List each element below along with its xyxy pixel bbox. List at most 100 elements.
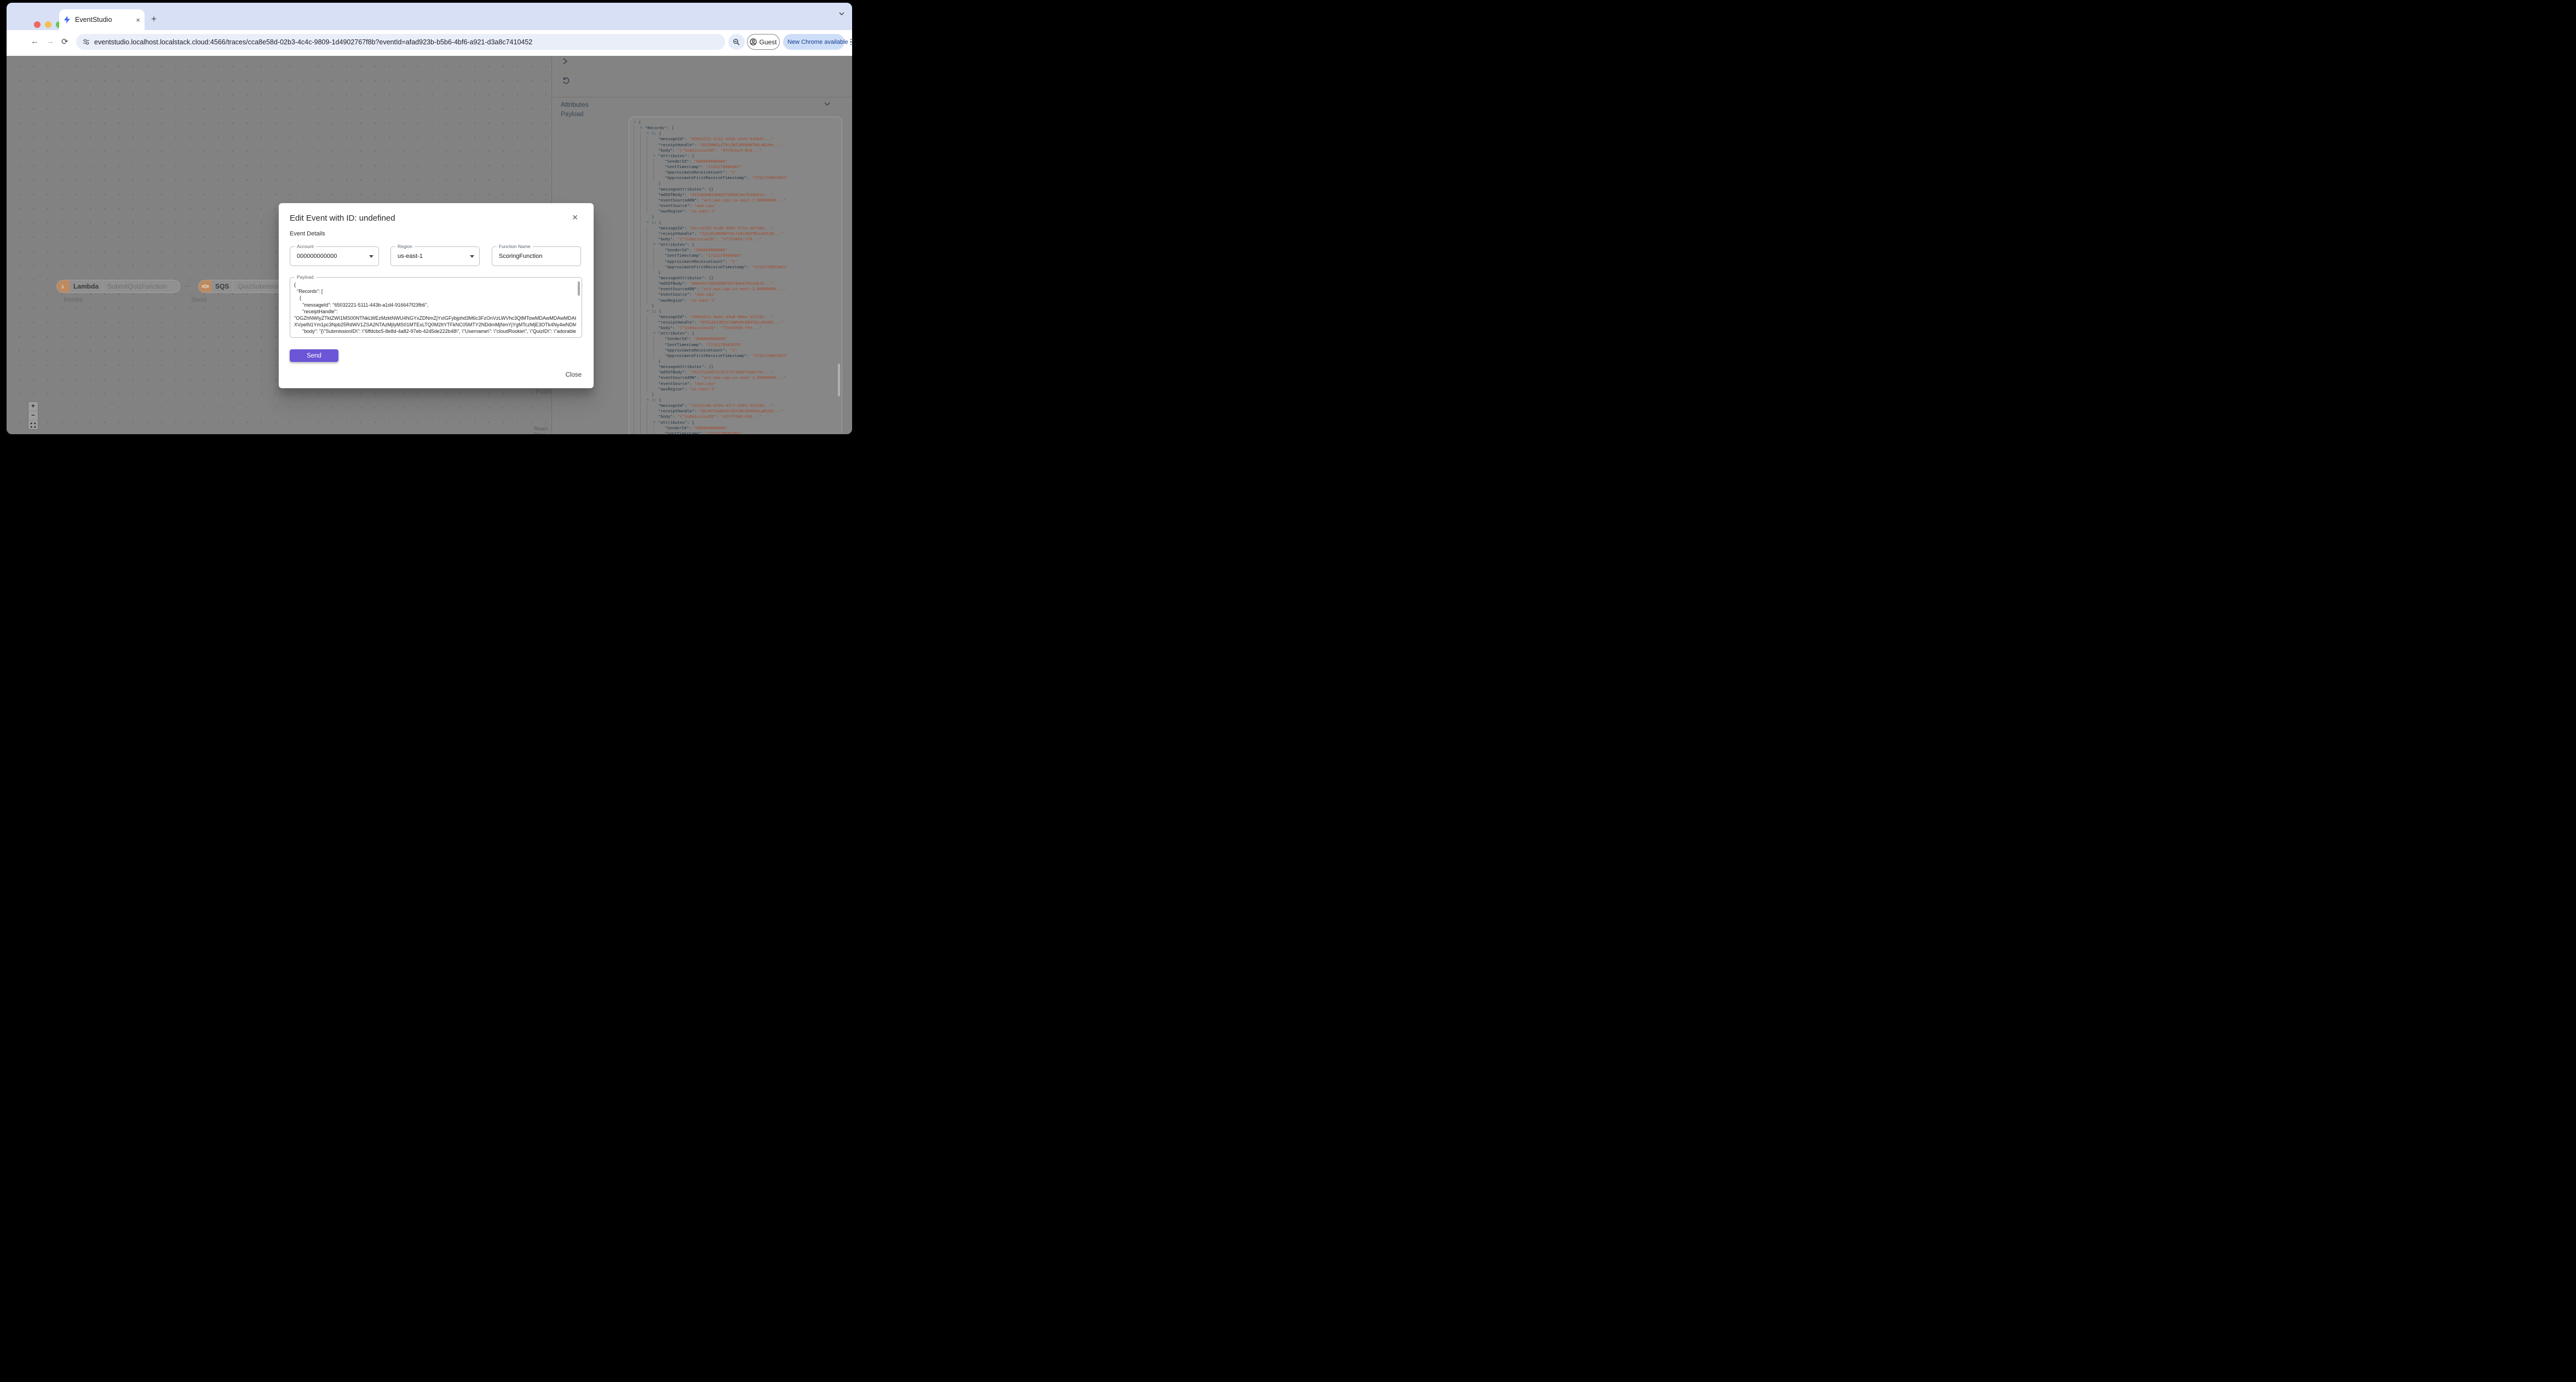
chrome-update-button[interactable]: New Chrome available — [783, 34, 852, 50]
json-tree-line: "body": "{"SubmissionID": "e2fff69d-610.… — [634, 414, 842, 420]
json-tree-line: } — [634, 359, 842, 365]
payload-line: "OGZhNWIyZTktZWI1MS00NTNkLWEzMzktNWU4NGY… — [294, 315, 576, 321]
json-tree-line: "receiptHandle": "OTE3ZGI3MjUtZmMzMC00OT… — [634, 320, 842, 326]
function-name-label: Function Name — [497, 244, 533, 249]
json-tree-line: "SentTimestamp": "1732179984689" — [634, 253, 842, 259]
site-settings-icon[interactable] — [83, 38, 90, 45]
zoom-out-button[interactable]: − — [28, 411, 38, 421]
traffic-light-close[interactable] — [34, 21, 41, 28]
json-tree-line: "ApproximateFirstReceiveTimestamp": "173… — [634, 353, 842, 359]
json-tree-line: "eventSource": "aws:sqs" — [634, 292, 842, 298]
dropdown-arrow-icon — [369, 255, 373, 258]
json-tree-line: "awsRegion": "us-east-1" — [634, 297, 842, 303]
expand-chevron-icon[interactable]: v — [640, 125, 645, 131]
payload-line: "Records": [ — [294, 289, 323, 295]
account-select[interactable]: Account 000000000000 — [290, 244, 379, 266]
payload-lines: { "Records": [ { "messageId": "65032221-… — [294, 281, 576, 335]
forward-button[interactable]: → — [46, 37, 54, 46]
new-tab-button[interactable]: + — [151, 14, 157, 25]
screen: EventStudio × + ← → ⟳ eventstudio.localh… — [0, 0, 859, 460]
expand-chevron-icon[interactable]: v — [647, 398, 652, 403]
account-value: 000000000000 — [297, 253, 337, 260]
expand-chevron-icon[interactable]: v — [647, 220, 652, 225]
chrome-update-label: New Chrome available — [787, 38, 848, 45]
payload-textarea[interactable]: Payload { "Records": [ { "messageId": "6… — [290, 275, 582, 338]
json-tree-line: } — [634, 214, 842, 220]
expand-chevron-icon[interactable]: v — [647, 308, 652, 314]
json-tree-line: } — [634, 269, 842, 275]
tab-search-chevron-icon[interactable] — [839, 11, 844, 16]
json-tree-line: } — [634, 181, 842, 187]
fit-view-icon — [31, 422, 36, 428]
json-tree-line: v1: { — [634, 220, 842, 226]
node-type-label: Lambda — [73, 283, 99, 290]
json-tree-line: "SentTimestamp": "1732179985079" — [634, 342, 842, 348]
back-button[interactable]: ← — [31, 37, 39, 46]
collapse-panel-button[interactable] — [562, 57, 568, 65]
payload-line: { — [294, 295, 302, 301]
fit-view-button[interactable] — [28, 421, 38, 429]
expand-chevron-icon[interactable]: v — [653, 419, 658, 425]
region-value: us-east-1 — [398, 253, 423, 260]
payload-scrollbar-thumb[interactable] — [577, 281, 580, 296]
json-tree-line: "SenderId": "000000000000" — [634, 336, 842, 342]
dialog-close-icon[interactable]: ✕ — [572, 213, 578, 222]
json-tree-line: "messageAttributes": {} — [634, 275, 842, 281]
json-scrollbar-thumb[interactable] — [838, 364, 840, 396]
json-tree-line: "body": "{"SubmissionID": "3f7528b5-ff8.… — [634, 236, 842, 243]
expand-chevron-icon[interactable]: v — [653, 242, 658, 247]
node-lambda-submitquizfunction[interactable]: λ Lambda SubmitQuizFunction — [56, 280, 180, 293]
edge-operation-label: PutIte — [536, 388, 551, 395]
event-details-panel: Attributes Payload v{v "Records": [v 0: {"… — [551, 56, 852, 434]
send-button[interactable]: Send — [290, 349, 338, 362]
replay-event-button[interactable] — [562, 77, 570, 85]
json-tree-line: v{ — [634, 120, 641, 125]
json-tree-line: "ApproximateReceiveCount": "1" — [634, 347, 842, 353]
expand-chevron-icon[interactable]: v — [653, 331, 658, 336]
expand-chevron-icon[interactable]: v — [647, 131, 652, 136]
json-tree-line: "messageAttributes": {} — [634, 364, 842, 370]
page-content: λ Lambda SubmitQuizFunction Invoke → SQS… — [7, 56, 852, 434]
tab-title: EventStudio — [75, 16, 112, 24]
expand-chevron-icon[interactable]: v — [634, 120, 639, 125]
canvas-controls: + − — [28, 402, 38, 429]
attributes-collapse-chevron-icon[interactable] — [824, 102, 830, 106]
payload-line: "receiptHandle": — [294, 308, 338, 314]
edit-event-dialog: Edit Event with ID: undefined ✕ Event De… — [279, 203, 594, 388]
profile-label: Guest — [759, 38, 777, 46]
traffic-light-minimize[interactable] — [45, 21, 51, 28]
json-tree: v{v "Records": [v 0: {"messageId": "650322… — [634, 120, 842, 434]
json-tree-line: v "Records": [ — [634, 125, 842, 131]
address-bar[interactable]: eventstudio.localhost.localstack.cloud:4… — [76, 34, 725, 50]
function-name-input[interactable]: Function Name ScoringFunction — [492, 244, 581, 266]
close-button[interactable]: Close — [566, 372, 582, 378]
json-tree-line: v "attributes": { — [634, 419, 842, 425]
url-text: eventstudio.localhost.localstack.cloud:4… — [94, 38, 533, 46]
tab-eventstudio[interactable]: EventStudio × — [59, 9, 145, 30]
json-tree-line: v2: { — [634, 308, 842, 314]
json-tree-line: "eventSourceARN": "arn:aws:sqs:us-east-1… — [634, 375, 842, 381]
person-icon — [750, 38, 757, 45]
menu-kebab-icon[interactable] — [850, 38, 852, 45]
edge-arrow-icon: → — [182, 280, 190, 289]
attributes-section-header[interactable]: Attributes — [561, 101, 589, 108]
payload-line: "body": "{\"SubmissionID\": \"6ffdcbc5-8… — [294, 329, 576, 335]
json-tree-line: v0: { — [634, 131, 842, 137]
json-tree-line: "messageId": "3303e2fa-8a91-44a8-884a-52… — [634, 314, 842, 320]
reload-button[interactable]: ⟳ — [61, 37, 68, 47]
region-label: Region — [395, 244, 415, 249]
profile-button[interactable]: Guest — [747, 34, 780, 50]
tab-strip: EventStudio × + — [7, 3, 852, 30]
expand-chevron-icon[interactable]: v — [653, 153, 658, 158]
json-tree-line: "eventSource": "aws:sqs" — [634, 203, 842, 209]
payload-json-viewer[interactable]: v{v "Records": [v 0: {"messageId": "650322… — [629, 117, 842, 434]
tab-close-icon[interactable]: × — [136, 16, 140, 24]
payload-line: "messageId": "65032221-5111-443b-a1d4-91… — [294, 302, 429, 308]
json-tree-line: "receiptHandle": "OGJmYTAwMzUtZGY2Ni00OG… — [634, 408, 842, 414]
json-tree-line: v "attributes": { — [634, 242, 842, 248]
zoom-indicator-button[interactable] — [728, 34, 745, 50]
edge-operation-label: Send — [191, 296, 207, 303]
zoom-in-button[interactable]: + — [28, 402, 38, 411]
svg-text:λ: λ — [61, 284, 65, 290]
region-select[interactable]: Region us-east-1 — [390, 244, 480, 266]
